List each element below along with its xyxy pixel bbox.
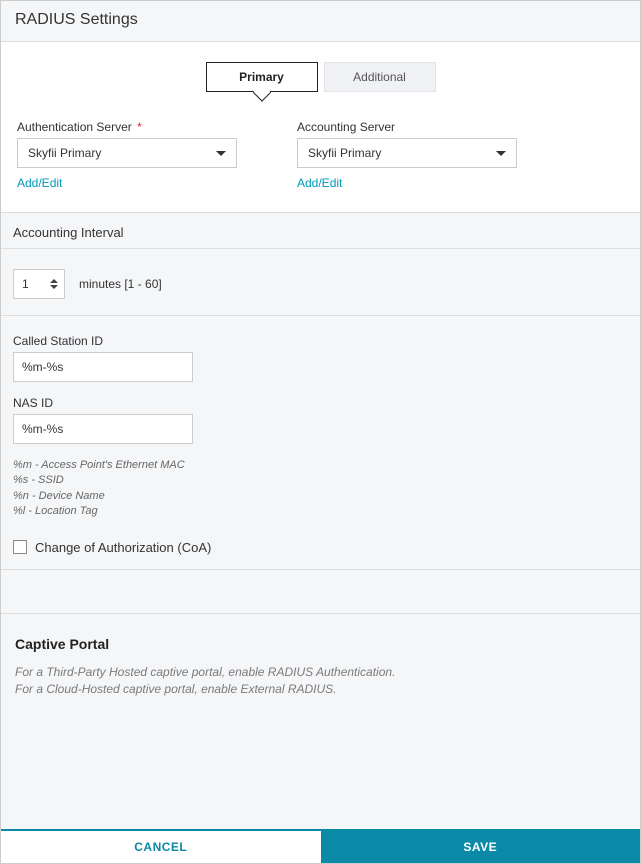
format-legend: %m - Access Point's Ethernet MAC %s - SS… — [13, 458, 628, 520]
spacer-row — [1, 570, 640, 614]
acct-server-select[interactable]: Skyfii Primary — [297, 138, 517, 168]
chevron-down-icon — [216, 151, 226, 156]
legend-line-l: %l - Location Tag — [13, 504, 628, 519]
interval-row: 1 minutes [1 - 60] — [13, 269, 628, 299]
called-station-block: Called Station ID — [13, 334, 628, 382]
cancel-button[interactable]: CANCEL — [1, 831, 321, 863]
nas-id-input[interactable] — [13, 414, 193, 444]
ids-body: Called Station ID NAS ID %m - Access Poi… — [1, 316, 640, 570]
tab-additional[interactable]: Additional — [324, 62, 436, 92]
interval-hint: minutes [1 - 60] — [79, 277, 162, 291]
interval-header-row: Accounting Interval — [1, 213, 640, 249]
required-indicator: * — [137, 120, 142, 134]
captive-portal-header: Captive Portal — [15, 636, 626, 652]
legend-line-n: %n - Device Name — [13, 489, 628, 504]
acct-server-label: Accounting Server — [297, 120, 517, 134]
auth-server-label-text: Authentication Server — [17, 120, 132, 134]
captive-portal-p1: For a Third-Party Hosted captive portal,… — [15, 664, 626, 681]
stepper-arrows — [50, 279, 58, 289]
legend-line-s: %s - SSID — [13, 473, 628, 488]
coa-row: Change of Authorization (CoA) — [13, 540, 628, 555]
nas-id-label: NAS ID — [13, 396, 628, 410]
auth-server-select[interactable]: Skyfii Primary — [17, 138, 237, 168]
server-row: Authentication Server * Skyfii Primary A… — [13, 120, 628, 190]
interval-stepper[interactable]: 1 — [13, 269, 65, 299]
captive-portal-section: Captive Portal For a Third-Party Hosted … — [1, 614, 640, 829]
footer: CANCEL SAVE — [1, 829, 640, 863]
arrow-up-icon[interactable] — [50, 279, 58, 283]
called-station-label: Called Station ID — [13, 334, 628, 348]
acct-server-value: Skyfii Primary — [308, 146, 381, 160]
page-title: RADIUS Settings — [15, 11, 626, 29]
legend-line-m: %m - Access Point's Ethernet MAC — [13, 458, 628, 473]
acct-add-edit-link[interactable]: Add/Edit — [297, 176, 517, 190]
nas-id-block: NAS ID — [13, 396, 628, 444]
captive-portal-p2: For a Cloud-Hosted captive portal, enabl… — [15, 681, 626, 698]
auth-server-group: Authentication Server * Skyfii Primary A… — [17, 120, 237, 190]
tab-bar: Primary Additional — [13, 62, 628, 92]
auth-server-label: Authentication Server * — [17, 120, 237, 134]
tab-additional-label: Additional — [353, 70, 406, 84]
interval-value: 1 — [22, 277, 29, 291]
title-bar: RADIUS Settings — [1, 1, 640, 42]
radius-settings-dialog: RADIUS Settings Primary Additional Authe… — [0, 0, 641, 864]
server-section: Primary Additional Authentication Server… — [1, 42, 640, 213]
coa-checkbox[interactable] — [13, 540, 27, 554]
auth-server-value: Skyfii Primary — [28, 146, 101, 160]
tab-primary-label: Primary — [239, 70, 284, 84]
arrow-down-icon[interactable] — [50, 285, 58, 289]
chevron-down-icon — [496, 151, 506, 156]
save-button[interactable]: SAVE — [321, 831, 641, 863]
auth-add-edit-link[interactable]: Add/Edit — [17, 176, 237, 190]
interval-header: Accounting Interval — [13, 225, 124, 240]
acct-server-group: Accounting Server Skyfii Primary Add/Edi… — [297, 120, 517, 190]
tab-primary[interactable]: Primary — [206, 62, 318, 92]
called-station-input[interactable] — [13, 352, 193, 382]
interval-body: 1 minutes [1 - 60] — [1, 249, 640, 316]
coa-label: Change of Authorization (CoA) — [35, 540, 211, 555]
